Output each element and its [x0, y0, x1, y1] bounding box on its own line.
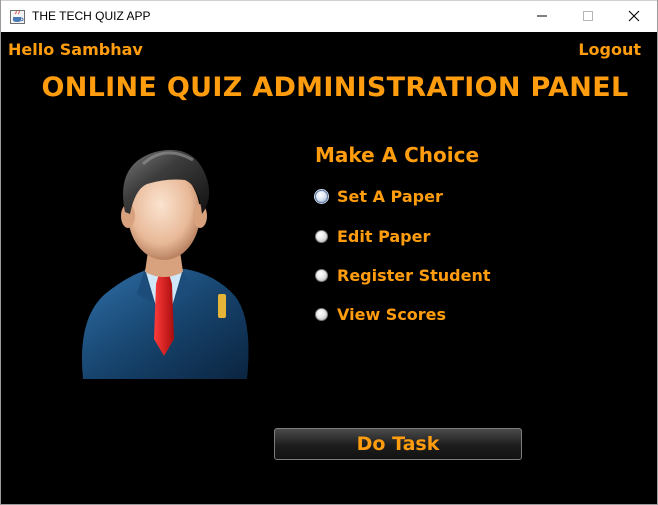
do-task-button[interactable]: Do Task: [274, 428, 522, 460]
option-label: Edit Paper: [337, 226, 431, 246]
option-view-scores[interactable]: View Scores: [315, 303, 446, 325]
option-label: View Scores: [337, 304, 447, 324]
greeting-label: Hello Sambhav: [8, 40, 143, 59]
minimize-button[interactable]: [519, 1, 565, 32]
radio-button[interactable]: [315, 229, 328, 243]
radio-button-selected[interactable]: [315, 189, 328, 203]
minimize-icon: [536, 7, 548, 26]
option-edit-paper[interactable]: Edit Paper: [315, 225, 430, 247]
admin-panel: Hello Sambhav Logout ONLINE QUIZ ADMINIS…: [1, 32, 657, 504]
radio-button[interactable]: [315, 268, 328, 282]
maximize-button[interactable]: [565, 1, 611, 32]
option-register-student[interactable]: Register Student: [315, 264, 491, 286]
option-label: Register Student: [337, 265, 491, 285]
java-app-icon: [10, 9, 25, 24]
radio-button[interactable]: [315, 307, 328, 321]
maximize-icon: [582, 7, 594, 26]
admin-user-avatar: [75, 134, 253, 386]
option-set-a-paper[interactable]: Set A Paper: [315, 185, 443, 207]
choice-heading: Make A Choice: [315, 143, 480, 167]
close-button[interactable]: [611, 1, 657, 32]
window-title: THE TECH QUIZ APP: [32, 9, 151, 23]
close-icon: [628, 7, 640, 26]
title-bar[interactable]: THE TECH QUIZ APP: [1, 0, 657, 32]
logout-link[interactable]: Logout: [578, 40, 641, 59]
app-window: THE TECH QUIZ APP Hello Sambhav Logout O…: [0, 0, 658, 505]
page-title: ONLINE QUIZ ADMINISTRATION PANEL: [41, 72, 629, 103]
option-label: Set A Paper: [337, 186, 443, 206]
